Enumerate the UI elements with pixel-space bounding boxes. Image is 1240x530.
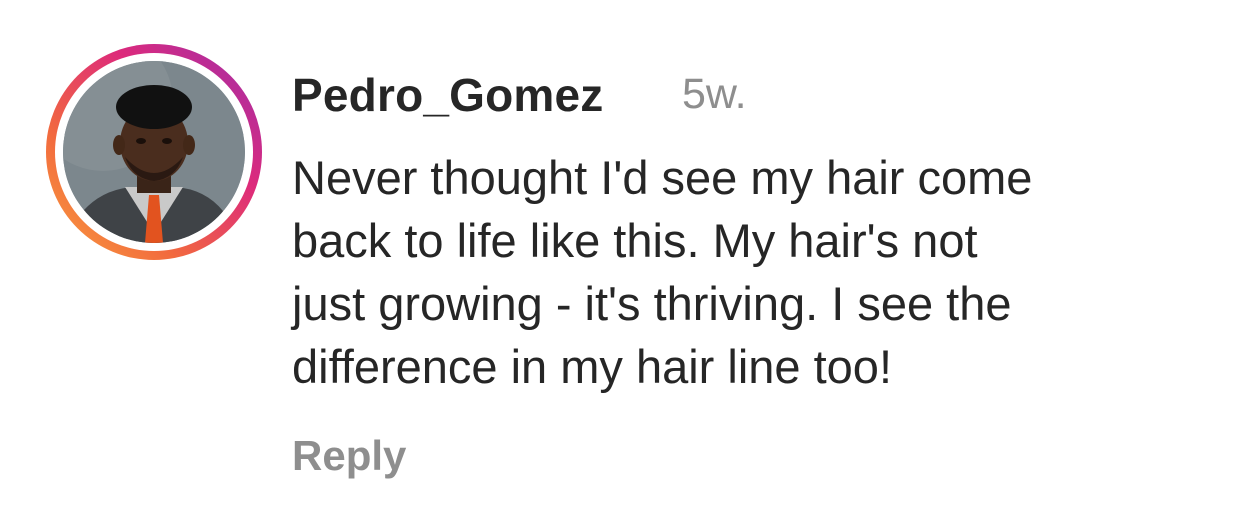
comment-text-line: back to life like this. My hair's not <box>292 214 978 267</box>
comment-text-line: just growing - it's thriving. I see the <box>292 277 1012 330</box>
comment-text-line: difference in my hair line too! <box>292 340 893 393</box>
reply-button[interactable]: Reply <box>292 432 406 480</box>
avatar-story-ring[interactable] <box>46 44 262 260</box>
avatar-ring-gap <box>55 53 253 251</box>
username[interactable]: Pedro_Gomez <box>292 68 604 122</box>
comment: Pedro_Gomez 5w. Never thought I'd see my… <box>0 0 1240 530</box>
comment-text: Never thought I'd see my hair come back … <box>292 146 1212 398</box>
avatar[interactable] <box>63 61 245 243</box>
timestamp: 5w. <box>682 70 747 118</box>
avatar-photo <box>63 61 245 243</box>
comment-text-line: Never thought I'd see my hair come <box>292 151 1033 204</box>
